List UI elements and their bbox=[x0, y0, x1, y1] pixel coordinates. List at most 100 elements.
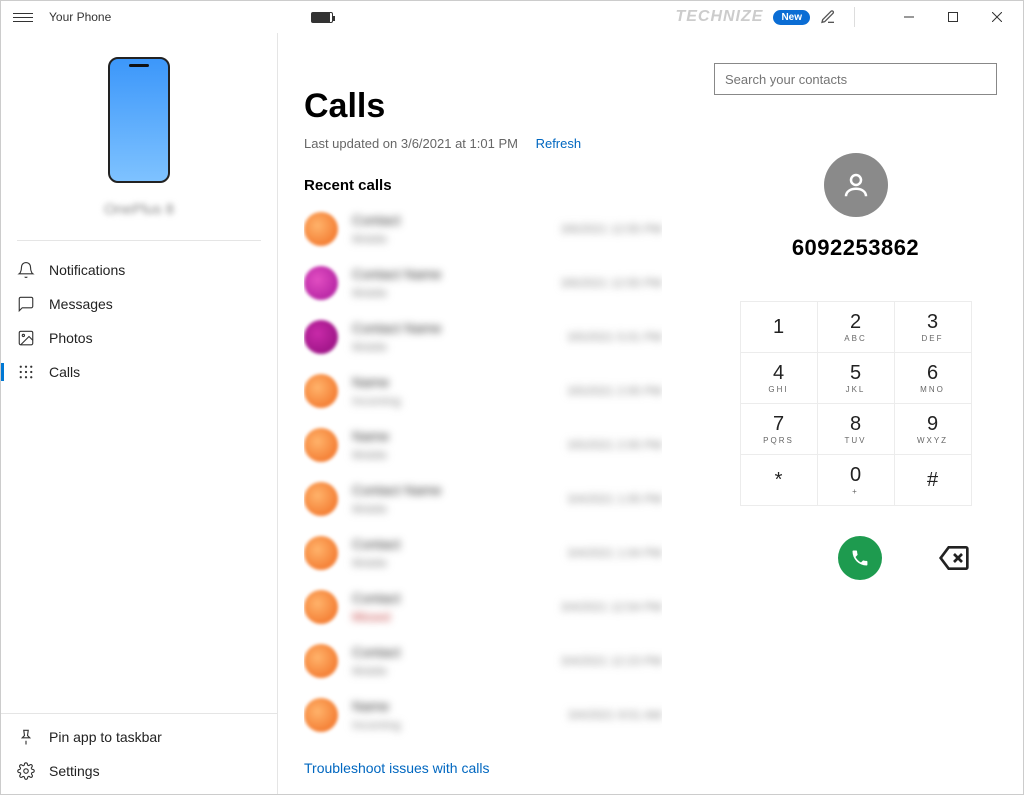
dialpad-key-7[interactable]: 7PQRS bbox=[741, 404, 817, 454]
contact-avatar-icon bbox=[304, 374, 338, 408]
phone-icon bbox=[850, 548, 870, 568]
contact-avatar-icon bbox=[304, 212, 338, 246]
call-time: 3/6/2021 12:55 PM bbox=[561, 222, 662, 236]
dialpad-digit: 0 bbox=[850, 464, 861, 487]
sidebar-item-label: Notifications bbox=[49, 262, 125, 278]
refresh-link[interactable]: Refresh bbox=[536, 136, 582, 151]
message-icon bbox=[17, 295, 35, 313]
dialpad-letters: PQRS bbox=[763, 436, 794, 445]
dialpad-digit: 2 bbox=[850, 311, 861, 334]
sidebar-item-label: Messages bbox=[49, 296, 113, 312]
contact-search-input[interactable] bbox=[714, 63, 997, 95]
call-list-item[interactable]: Contact Name Mobile 3/5/2021 5:01 PM bbox=[304, 310, 662, 364]
call-list-item[interactable]: Contact NameMobile3/4/2021 1:05 PM bbox=[304, 472, 662, 526]
battery-icon bbox=[311, 12, 333, 23]
call-button[interactable] bbox=[838, 536, 882, 580]
page-title: Calls bbox=[304, 87, 662, 126]
pin-icon bbox=[17, 728, 35, 746]
dialpad-key-6[interactable]: 6MNO bbox=[895, 353, 971, 403]
dialed-number: 6092253862 bbox=[792, 235, 919, 261]
divider bbox=[17, 240, 261, 241]
sidebar-item-label: Pin app to taskbar bbox=[49, 729, 162, 745]
contact-avatar-icon bbox=[304, 428, 338, 462]
dialpad-key-#[interactable]: # bbox=[895, 455, 971, 505]
backspace-button[interactable] bbox=[938, 547, 970, 569]
call-list-item[interactable]: ContactMissed3/4/2021 12:54 PM bbox=[304, 580, 662, 634]
recent-calls-header: Recent calls bbox=[304, 177, 662, 194]
dialpad-key-4[interactable]: 4GHI bbox=[741, 353, 817, 403]
call-subtext: Mobile bbox=[352, 286, 441, 300]
bell-icon bbox=[17, 261, 35, 279]
contact-avatar-icon bbox=[304, 590, 338, 624]
troubleshoot-link[interactable]: Troubleshoot issues with calls bbox=[304, 746, 662, 794]
photo-icon bbox=[17, 329, 35, 347]
dialpad-key-2[interactable]: 2ABC bbox=[818, 302, 894, 352]
contact-avatar-icon bbox=[304, 644, 338, 678]
call-time: 3/6/2021 12:55 PM bbox=[561, 276, 662, 290]
call-name: Name bbox=[352, 698, 401, 714]
dialpad-key-0[interactable]: 0+ bbox=[818, 455, 894, 505]
call-subtext: Mobile bbox=[352, 556, 400, 570]
call-list-item[interactable]: NameMobile3/5/2021 2:05 PM bbox=[304, 418, 662, 472]
call-name: Contact bbox=[352, 644, 400, 660]
hamburger-menu-button[interactable] bbox=[13, 13, 33, 22]
device-preview: OnePlus 8 bbox=[1, 33, 277, 230]
call-subtext: Mobile bbox=[352, 340, 441, 354]
call-name: Contact bbox=[352, 590, 400, 606]
call-time: 3/4/2021 12:23 PM bbox=[561, 654, 662, 668]
call-subtext: Incoming bbox=[352, 394, 401, 408]
call-name: Contact Name bbox=[352, 482, 441, 498]
call-name: Contact Name bbox=[352, 266, 441, 282]
last-updated-text: Last updated on 3/6/2021 at 1:01 PM bbox=[304, 136, 518, 151]
contact-avatar-icon bbox=[304, 482, 338, 516]
sidebar-item-label: Calls bbox=[49, 364, 80, 380]
settings-button[interactable]: Settings bbox=[1, 754, 277, 788]
edit-icon[interactable] bbox=[820, 9, 836, 25]
window-minimize-button[interactable] bbox=[887, 2, 931, 32]
sidebar-item-photos[interactable]: Photos bbox=[1, 321, 277, 355]
sidebar-item-label: Photos bbox=[49, 330, 93, 346]
dialpad-digit: 5 bbox=[850, 362, 861, 385]
call-time: 3/5/2021 5:01 PM bbox=[567, 330, 662, 344]
call-list-item[interactable]: Contact Mobile 3/4/2021 12:23 PM bbox=[304, 634, 662, 688]
call-list-item[interactable]: Contact Name Mobile 3/6/2021 12:55 PM bbox=[304, 256, 662, 310]
pin-to-taskbar-button[interactable]: Pin app to taskbar bbox=[1, 720, 277, 754]
dialpad-key-8[interactable]: 8TUV bbox=[818, 404, 894, 454]
sidebar-item-label: Settings bbox=[49, 763, 100, 779]
window-close-button[interactable] bbox=[975, 2, 1019, 32]
call-list-item[interactable]: NameIncoming3/4/2021 9:51 AM bbox=[304, 688, 662, 742]
dialpad-key-1[interactable]: 1 bbox=[741, 302, 817, 352]
person-icon bbox=[841, 170, 871, 200]
dialpad-key-9[interactable]: 9WXYZ bbox=[895, 404, 971, 454]
call-name: Contact Name bbox=[352, 320, 441, 336]
app-title: Your Phone bbox=[49, 10, 111, 24]
dialpad-key-5[interactable]: 5JKL bbox=[818, 353, 894, 403]
watermark-text: TECHNIZE bbox=[675, 8, 763, 26]
call-list-item[interactable]: NameIncoming3/5/2021 2:05 PM bbox=[304, 364, 662, 418]
call-list-item[interactable]: ContactMobile3/4/2021 1:04 PM bbox=[304, 526, 662, 580]
main-content: Calls Last updated on 3/6/2021 at 1:01 P… bbox=[278, 33, 688, 794]
dialpad-key-3[interactable]: 3DEF bbox=[895, 302, 971, 352]
dialpad-letters: + bbox=[852, 487, 859, 496]
call-name: Name bbox=[352, 374, 401, 390]
new-badge[interactable]: New bbox=[773, 10, 810, 25]
dialpad-key-*[interactable]: * bbox=[741, 455, 817, 505]
call-time: 3/4/2021 1:05 PM bbox=[567, 492, 662, 506]
contact-avatar bbox=[824, 153, 888, 217]
call-time: 3/4/2021 1:04 PM bbox=[567, 546, 662, 560]
device-name: OnePlus 8 bbox=[104, 201, 174, 218]
call-list-item[interactable]: ContactMobile3/6/2021 12:55 PM bbox=[304, 202, 662, 256]
sidebar-item-notifications[interactable]: Notifications bbox=[1, 253, 277, 287]
dialpad-letters: WXYZ bbox=[917, 436, 948, 445]
contact-avatar-icon bbox=[304, 536, 338, 570]
call-subtext: Mobile bbox=[352, 664, 400, 678]
window-maximize-button[interactable] bbox=[931, 2, 975, 32]
call-name: Contact bbox=[352, 212, 400, 228]
sidebar-item-calls[interactable]: Calls bbox=[1, 355, 277, 389]
dialpad-letters: MNO bbox=[920, 385, 945, 394]
contact-avatar-icon bbox=[304, 266, 338, 300]
recent-calls-list: ContactMobile3/6/2021 12:55 PMContact Na… bbox=[304, 202, 662, 746]
sidebar-item-messages[interactable]: Messages bbox=[1, 287, 277, 321]
dialpad-digit: * bbox=[775, 469, 783, 492]
call-time: 3/5/2021 2:05 PM bbox=[567, 438, 662, 452]
